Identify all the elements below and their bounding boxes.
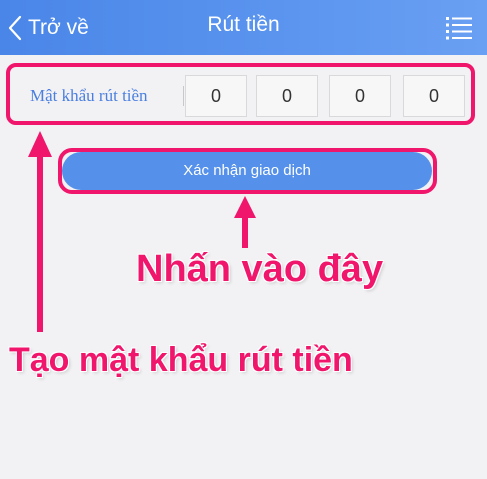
annotation-create-password: Tạo mật khẩu rút tiền xyxy=(9,341,353,379)
annotation-click-here: Nhấn vào đây xyxy=(136,248,384,290)
arrow-up-icon xyxy=(28,131,52,332)
arrow-up-icon xyxy=(234,196,256,248)
annotation-arrows xyxy=(28,131,256,332)
